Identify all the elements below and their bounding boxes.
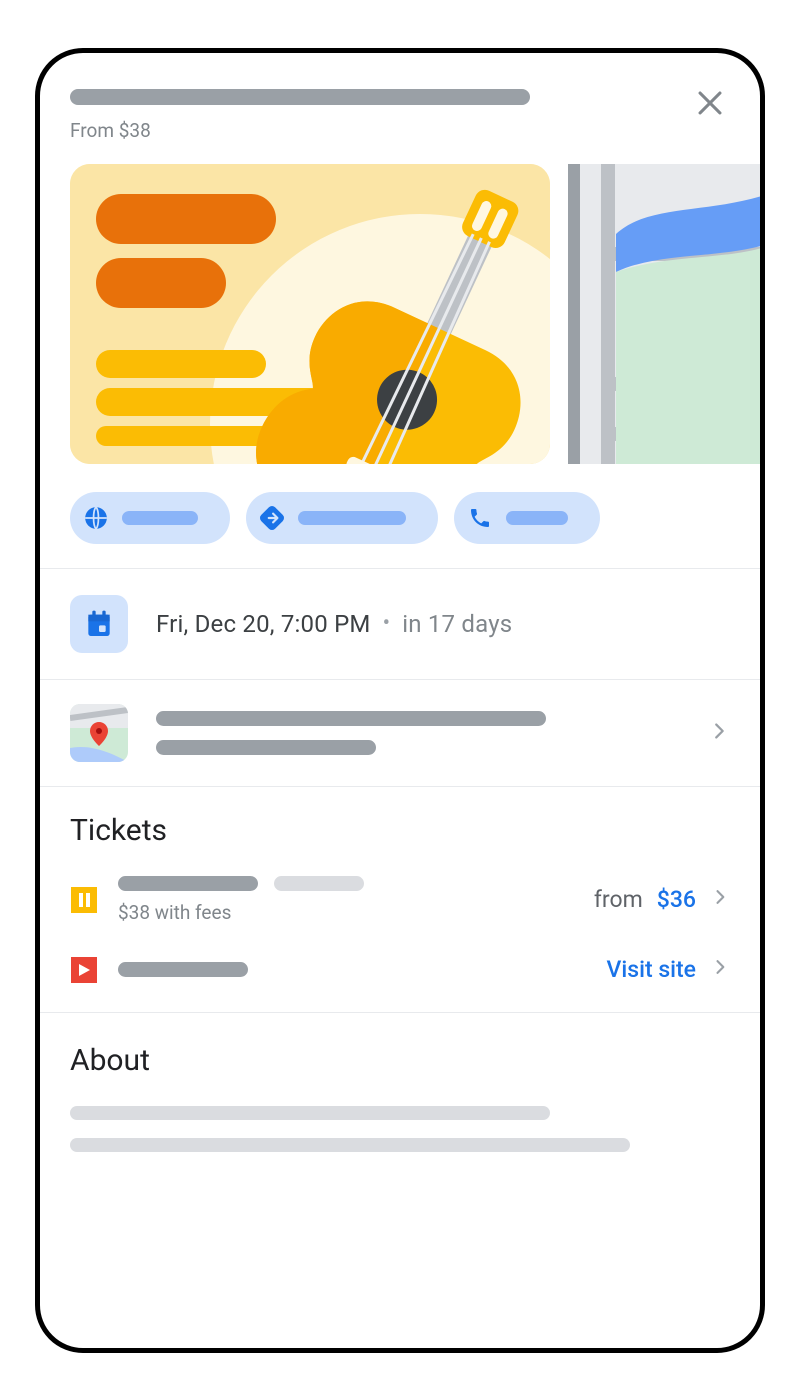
call-chip[interactable] bbox=[454, 492, 600, 544]
website-chip[interactable] bbox=[70, 492, 230, 544]
ticket-tag-placeholder bbox=[274, 876, 364, 891]
directions-icon bbox=[256, 502, 288, 534]
ticket-fee-note: $38 with fees bbox=[118, 901, 574, 924]
chevron-right-icon bbox=[708, 720, 730, 746]
about-line-placeholder bbox=[70, 1138, 630, 1152]
map-thumbnail[interactable] bbox=[568, 164, 760, 464]
chip-label-placeholder bbox=[122, 511, 198, 525]
ticket-body bbox=[118, 962, 587, 977]
ticket-price: $36 bbox=[657, 886, 696, 913]
datetime-row[interactable]: Fri, Dec 20, 7:00 PM • in 17 days bbox=[40, 569, 760, 679]
ticket-name-placeholder bbox=[118, 876, 258, 891]
hero-image-card[interactable] bbox=[70, 164, 550, 464]
header-price-from: From $38 bbox=[70, 119, 674, 142]
ticket-top bbox=[118, 876, 574, 891]
location-map-thumb bbox=[70, 704, 128, 762]
event-detail-screen: From $38 bbox=[40, 53, 760, 1348]
close-button[interactable] bbox=[690, 83, 730, 123]
calendar-icon bbox=[83, 608, 115, 640]
chip-label-placeholder bbox=[298, 511, 406, 525]
phone-icon bbox=[464, 502, 496, 534]
separator-dot: • bbox=[383, 611, 391, 636]
visit-site-link[interactable]: Visit site bbox=[607, 956, 696, 983]
ticket-provider-1[interactable]: $38 with fees from $36 bbox=[40, 866, 760, 934]
datetime-text-group: Fri, Dec 20, 7:00 PM • in 17 days bbox=[156, 610, 512, 638]
chevron-right-icon bbox=[710, 956, 730, 983]
event-title-placeholder bbox=[70, 89, 530, 105]
ticket-name-placeholder bbox=[118, 962, 248, 977]
about-line-placeholder bbox=[70, 1106, 550, 1120]
header-left: From $38 bbox=[70, 83, 674, 142]
about-body bbox=[40, 1100, 760, 1158]
header: From $38 bbox=[40, 53, 760, 150]
globe-icon bbox=[80, 502, 112, 534]
ticket-provider-2[interactable]: Visit site bbox=[40, 934, 760, 1012]
about-heading: About bbox=[40, 1013, 760, 1100]
datetime-relative: in 17 days bbox=[402, 610, 512, 638]
directions-chip[interactable] bbox=[246, 492, 438, 544]
location-line1-placeholder bbox=[156, 711, 546, 726]
chevron-right-icon bbox=[710, 886, 730, 913]
hero-carousel[interactable] bbox=[40, 150, 760, 470]
ticket-from-label: from bbox=[594, 886, 643, 913]
ticket-body: $38 with fees bbox=[118, 876, 574, 924]
location-text bbox=[156, 711, 680, 755]
device-frame: From $38 bbox=[35, 48, 765, 1353]
datetime-text: Fri, Dec 20, 7:00 PM bbox=[156, 610, 371, 638]
close-icon bbox=[693, 86, 727, 120]
ticket-provider-icon-2 bbox=[70, 956, 98, 984]
action-chips bbox=[40, 470, 760, 568]
ticket-cta-group: Visit site bbox=[607, 956, 730, 983]
tickets-heading: Tickets bbox=[40, 787, 760, 866]
location-row[interactable] bbox=[40, 680, 760, 786]
calendar-badge bbox=[70, 595, 128, 653]
location-line2-placeholder bbox=[156, 740, 376, 755]
ticket-provider-icon-1 bbox=[70, 886, 98, 914]
ticket-price-group: from $36 bbox=[594, 886, 730, 913]
chip-label-placeholder bbox=[506, 511, 568, 525]
